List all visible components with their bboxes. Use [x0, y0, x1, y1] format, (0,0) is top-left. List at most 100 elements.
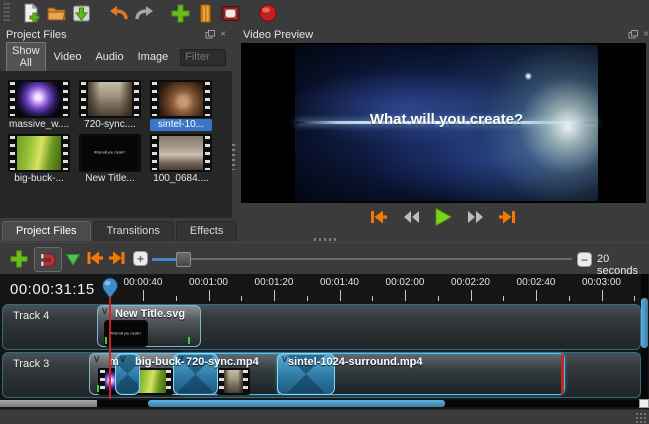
file-label: big-buck-...	[8, 173, 70, 185]
track-row: Track 3∨∨∨∨∨mbig-buck-720-sync.mp4sintel…	[2, 352, 641, 398]
project-files-filter-bar: Show AllVideoAudioImage	[6, 45, 232, 69]
magnet-icon	[38, 250, 58, 270]
jump-end-icon	[497, 209, 517, 225]
arrow-right-bar-icon	[107, 250, 127, 266]
panel-title: Project Files	[6, 29, 67, 41]
fullscreen-icon	[220, 4, 241, 23]
fade-mark	[188, 337, 190, 344]
clip-thumbnail	[217, 368, 250, 395]
close-panel-icon[interactable]: ×	[220, 30, 226, 39]
track-name: Track 3	[13, 358, 49, 370]
zoom-in-button[interactable]: +	[133, 251, 148, 266]
thumbnail-image	[88, 82, 132, 116]
open-folder-icon	[46, 3, 67, 24]
playback-controls	[237, 204, 649, 229]
project-file-item[interactable]: massive_w....	[8, 80, 70, 131]
clip-menu-chevron[interactable]: ∨	[119, 354, 126, 365]
horizontal-scrollbar-thumb[interactable]	[148, 400, 445, 407]
file-thumbnail	[8, 134, 70, 172]
vertical-scrollbar-thumb[interactable]	[641, 298, 648, 348]
clip-trim-edge	[561, 354, 564, 394]
undo-button[interactable]	[106, 1, 131, 25]
file-label: 100_0684....	[150, 173, 212, 185]
project-file-item[interactable]: 100_0684....	[150, 134, 212, 185]
previous-marker-button[interactable]	[84, 249, 106, 267]
jump-start-icon	[369, 209, 389, 225]
file-label: New Title...	[79, 173, 141, 185]
choose-profile-button[interactable]	[193, 1, 218, 25]
float-panel-icon[interactable]	[205, 30, 215, 39]
ruler-tick-major	[602, 290, 603, 301]
clip-menu-chevron[interactable]: ∨	[93, 354, 100, 365]
ruler-label: 00:03:00	[582, 277, 621, 288]
clip-menu-chevron[interactable]: ∨	[101, 306, 108, 317]
filter-image[interactable]: Image	[132, 42, 175, 72]
close-panel-icon[interactable]: ×	[643, 30, 649, 39]
playhead-marker[interactable]	[100, 277, 120, 304]
plus-icon	[170, 3, 191, 24]
new-project-icon	[21, 3, 42, 24]
toolbar-drag-handle[interactable]	[2, 3, 10, 23]
status-bar	[0, 409, 649, 424]
timeline-toolbar: + − 20 seconds	[0, 242, 649, 275]
ruler-tick-minor	[241, 296, 242, 301]
open-project-button[interactable]	[44, 1, 69, 25]
panel-title: Video Preview	[243, 29, 313, 41]
playhead-time-display: 00:00:31:15	[10, 281, 95, 298]
ruler-tick-minor	[438, 296, 439, 301]
import-files-button[interactable]	[168, 1, 193, 25]
export-video-button[interactable]	[255, 1, 280, 25]
zoom-out-button[interactable]: −	[577, 252, 592, 267]
timeline-ruler[interactable]: 00:00:4000:01:0000:01:2000:01:4000:02:00…	[96, 274, 640, 303]
redo-icon	[133, 3, 155, 23]
playhead-line[interactable]	[109, 295, 111, 399]
project-file-item[interactable]: What will you create?New Title...	[79, 134, 141, 185]
project-file-item[interactable]: sintel-10...	[150, 80, 212, 131]
track-name: Track 4	[13, 310, 49, 322]
rewind-button[interactable]	[399, 206, 423, 228]
slider-track[interactable]	[152, 258, 572, 260]
slider-handle[interactable]	[176, 252, 191, 267]
add-track-button[interactable]	[7, 247, 31, 271]
snapping-toggle-button[interactable]	[34, 247, 62, 272]
undo-icon	[108, 3, 130, 23]
next-marker-button[interactable]	[106, 249, 128, 267]
filter-audio[interactable]: Audio	[89, 42, 129, 72]
filter-show-all[interactable]: Show All	[6, 42, 46, 72]
arrow-left-bar-icon	[85, 250, 105, 266]
save-project-button[interactable]	[69, 1, 94, 25]
ruler-tick-minor	[634, 296, 635, 301]
vertical-splitter[interactable]	[230, 26, 236, 240]
play-icon	[433, 207, 453, 227]
main-toolbar	[0, 0, 649, 26]
thumbnail-image	[159, 136, 203, 170]
window-resize-grip[interactable]	[635, 412, 647, 423]
thumbnail-image	[159, 82, 203, 116]
project-file-item[interactable]: 720-sync....	[79, 80, 141, 131]
ruler-label: 00:02:40	[517, 277, 556, 288]
file-thumbnail	[79, 80, 141, 118]
ruler-label: 00:00:40	[124, 277, 163, 288]
file-label: massive_w....	[8, 119, 70, 131]
fast-forward-button[interactable]	[463, 206, 487, 228]
add-marker-button[interactable]	[64, 251, 82, 267]
filter-input[interactable]	[180, 49, 226, 66]
add-track-plus-icon	[9, 249, 29, 269]
jump-to-start-button[interactable]	[367, 206, 391, 228]
file-label: sintel-10...	[150, 119, 212, 131]
fullscreen-button[interactable]	[218, 1, 243, 25]
play-button[interactable]	[431, 206, 455, 228]
filter-buttons: Show AllVideoAudioImage	[6, 42, 174, 72]
float-panel-icon[interactable]	[628, 30, 638, 39]
redo-button[interactable]	[131, 1, 156, 25]
ruler-tick-major	[274, 290, 275, 301]
project-file-item[interactable]: big-buck-...	[8, 134, 70, 185]
jump-to-end-button[interactable]	[495, 206, 519, 228]
preview-title-text: What will you create?	[295, 111, 598, 128]
zoom-slider[interactable]	[152, 251, 572, 267]
ruler-label: 00:02:20	[451, 277, 490, 288]
new-project-button[interactable]	[19, 1, 44, 25]
ruler-tick-minor	[307, 296, 308, 301]
ruler-label: 00:01:00	[189, 277, 228, 288]
filter-video[interactable]: Video	[48, 42, 88, 72]
